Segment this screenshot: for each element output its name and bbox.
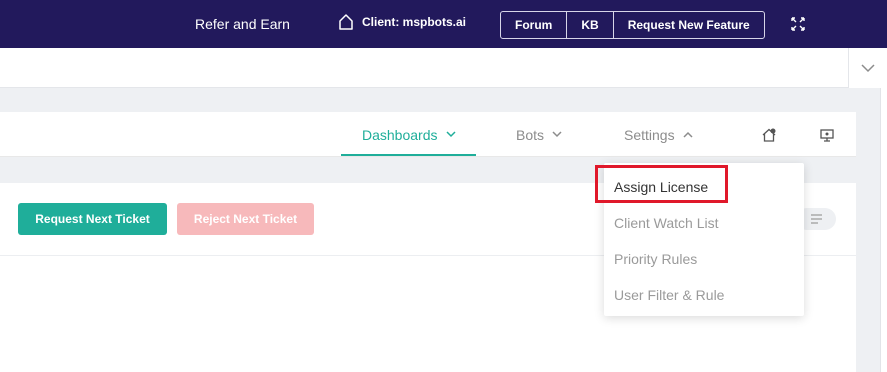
collapse-toggle[interactable] xyxy=(848,48,887,88)
nav-settings-label: Settings xyxy=(624,126,675,143)
menu-item-priority-rules[interactable]: Priority Rules xyxy=(614,251,697,267)
home-icon xyxy=(339,14,353,30)
nav-settings[interactable]: Settings xyxy=(624,112,693,157)
nav-dashboards[interactable]: Dashboards xyxy=(362,112,456,157)
menu-item-assign-license[interactable]: Assign License xyxy=(614,179,708,195)
nav-bots[interactable]: Bots xyxy=(516,112,562,157)
forum-button[interactable]: Forum xyxy=(501,12,568,38)
nav-bots-label: Bots xyxy=(516,126,545,143)
help-button-group: Forum KB Request New Feature xyxy=(500,11,765,39)
active-tab-indicator xyxy=(341,154,476,156)
nav-bar: Dashboards Bots Settings xyxy=(0,112,856,157)
monitor-icon[interactable] xyxy=(819,127,835,143)
request-next-ticket-button[interactable]: Request Next Ticket xyxy=(18,203,167,235)
menu-item-client-watch-list[interactable]: Client Watch List xyxy=(614,215,719,231)
top-bar: Refer and Earn Client: mspbots.ai Forum … xyxy=(0,0,887,48)
home-settings-icon[interactable] xyxy=(761,127,777,143)
request-new-feature-button[interactable]: Request New Feature xyxy=(614,12,764,38)
reject-next-ticket-button[interactable]: Reject Next Ticket xyxy=(177,203,314,235)
scrollbar[interactable] xyxy=(880,88,887,372)
chevron-down-icon xyxy=(445,131,456,138)
sub-header-strip xyxy=(0,48,887,88)
refer-and-earn-link[interactable]: Refer and Earn xyxy=(195,16,290,32)
client-indicator[interactable]: Client: mspbots.ai xyxy=(338,13,466,31)
chevron-down-icon xyxy=(861,64,875,73)
nav-dashboards-label: Dashboards xyxy=(362,126,438,143)
kb-button[interactable]: KB xyxy=(567,12,614,38)
settings-dropdown-menu: Assign License Client Watch List Priorit… xyxy=(604,163,804,316)
list-icon xyxy=(811,214,822,224)
menu-item-user-filter-rule[interactable]: User Filter & Rule xyxy=(614,287,724,303)
chevron-down-icon xyxy=(552,131,562,138)
chevron-up-icon xyxy=(683,131,693,138)
fullscreen-icon[interactable] xyxy=(791,17,805,31)
client-label: Client: mspbots.ai xyxy=(362,15,467,29)
